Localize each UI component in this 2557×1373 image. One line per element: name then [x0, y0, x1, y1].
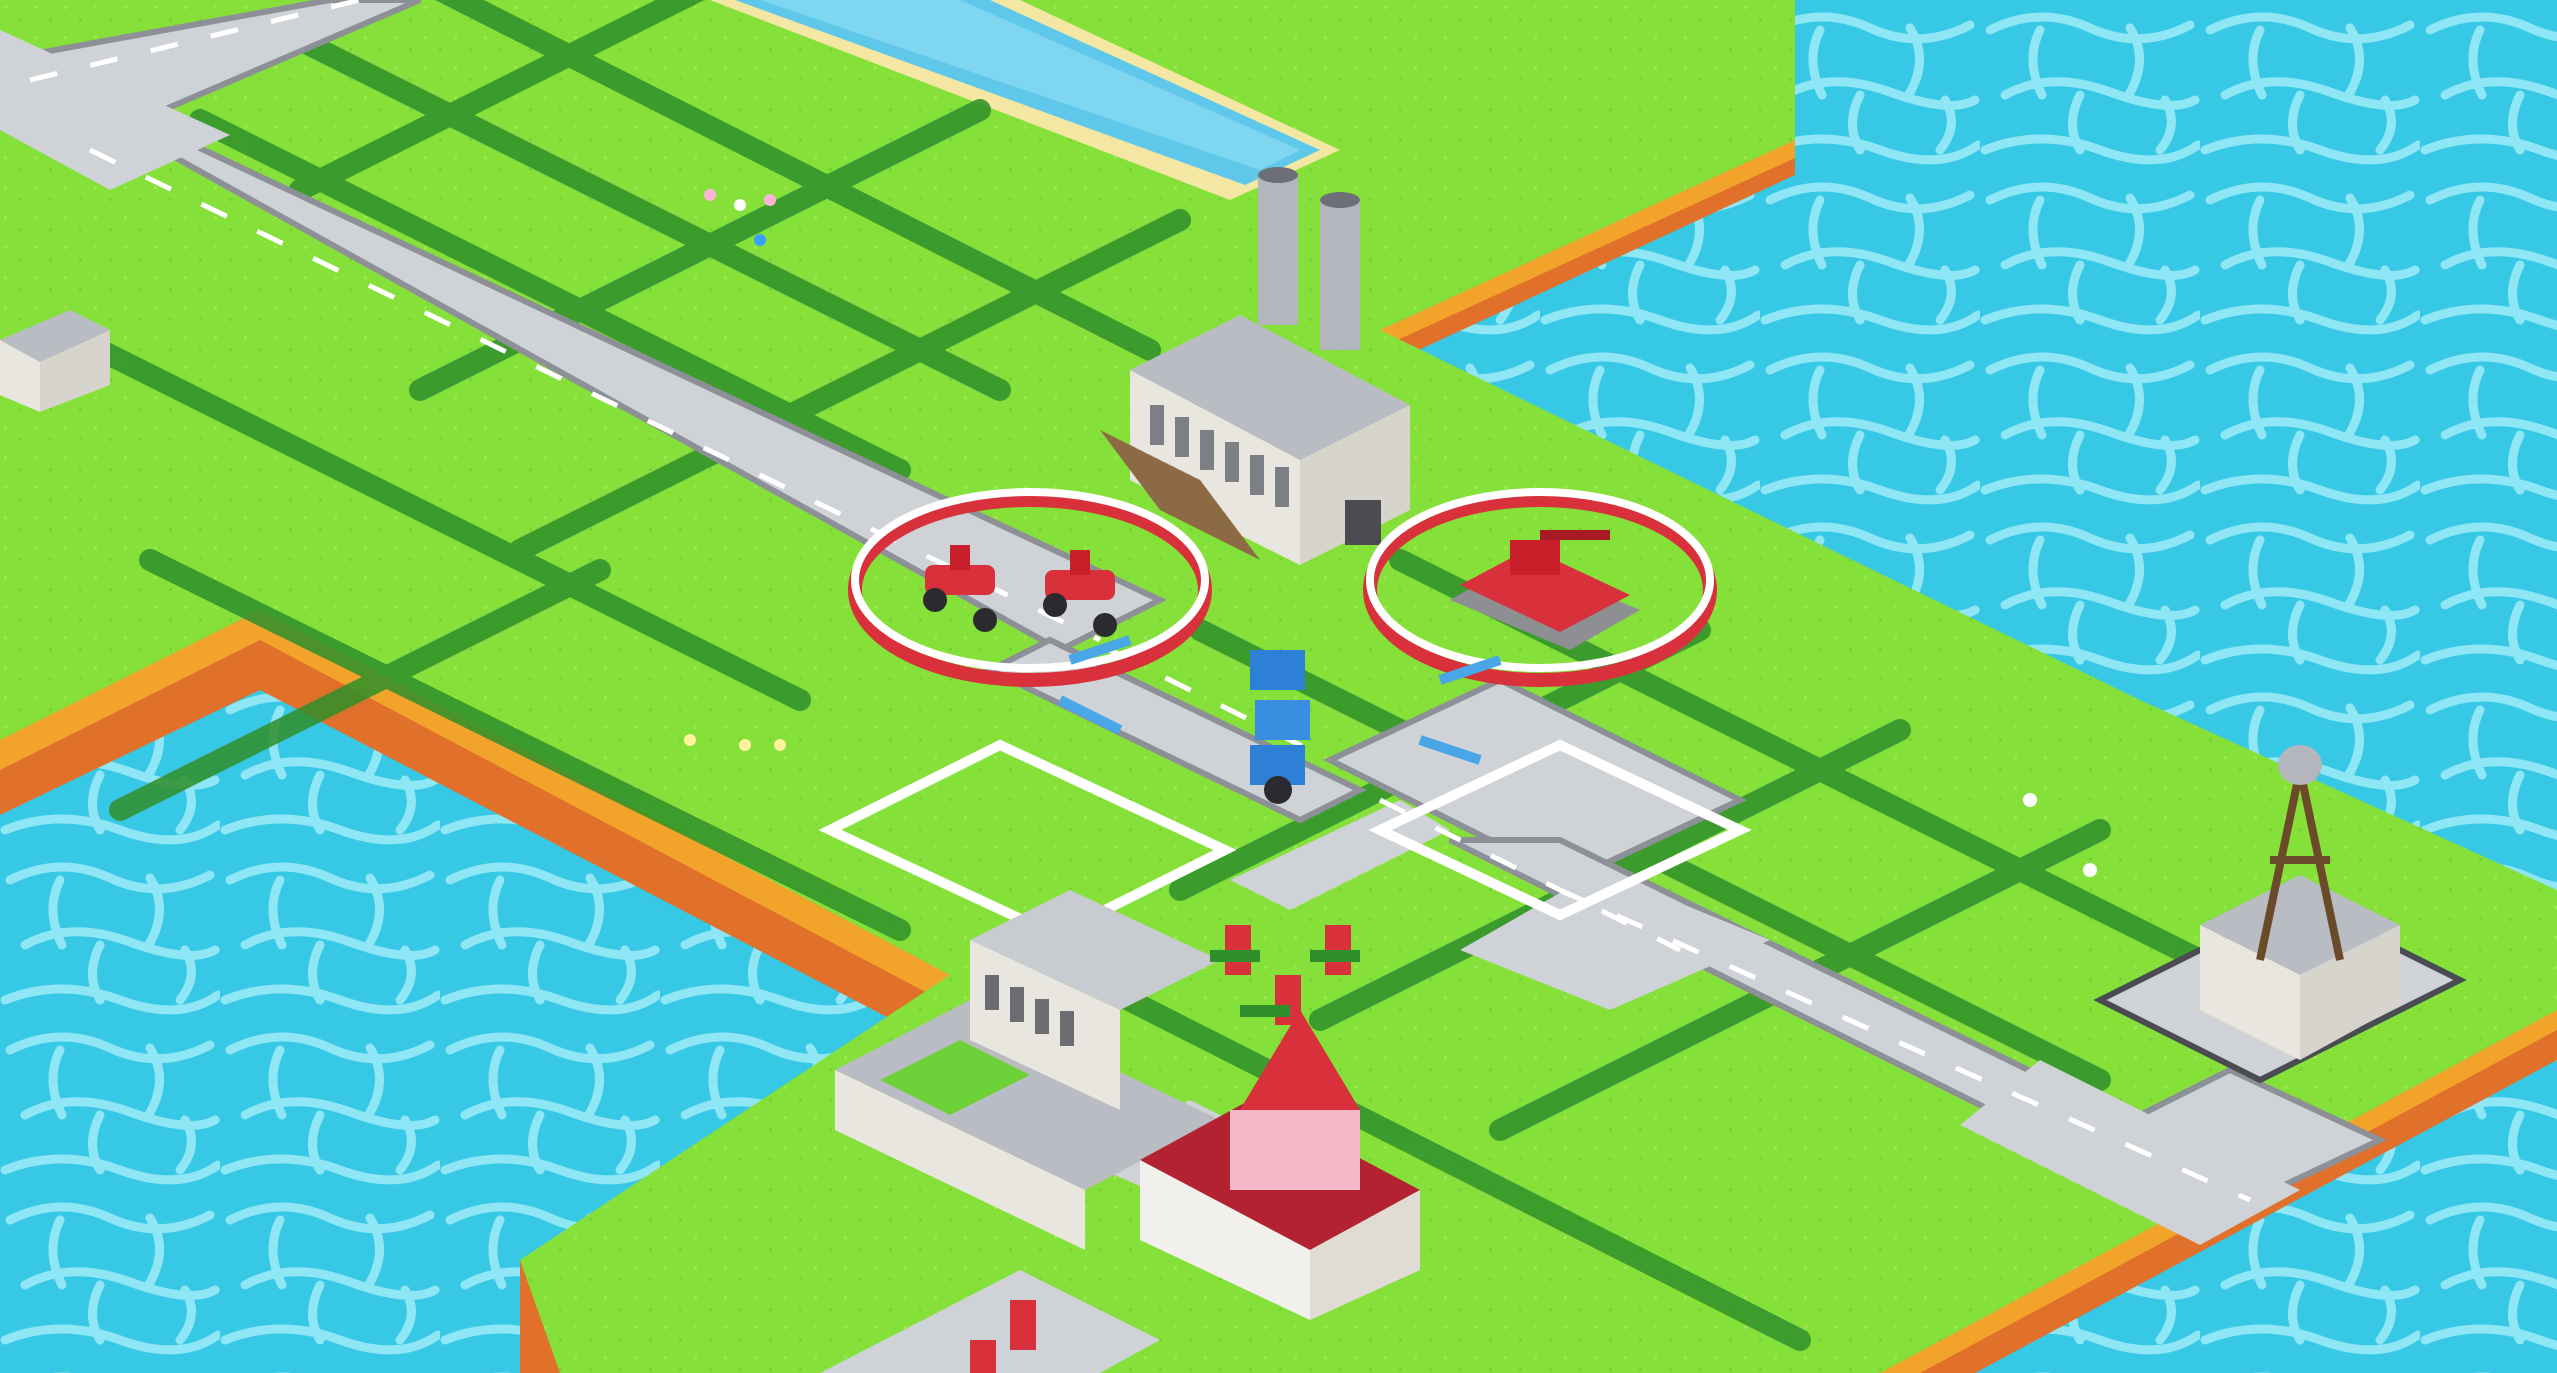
red-infantry	[1275, 975, 1301, 1025]
red-infantry	[1010, 1300, 1036, 1350]
map-canvas[interactable]	[0, 0, 2557, 1373]
game-map[interactable]	[0, 0, 2557, 1373]
red-infantry	[970, 1340, 996, 1373]
blue-mech-stack[interactable]	[1250, 650, 1310, 804]
